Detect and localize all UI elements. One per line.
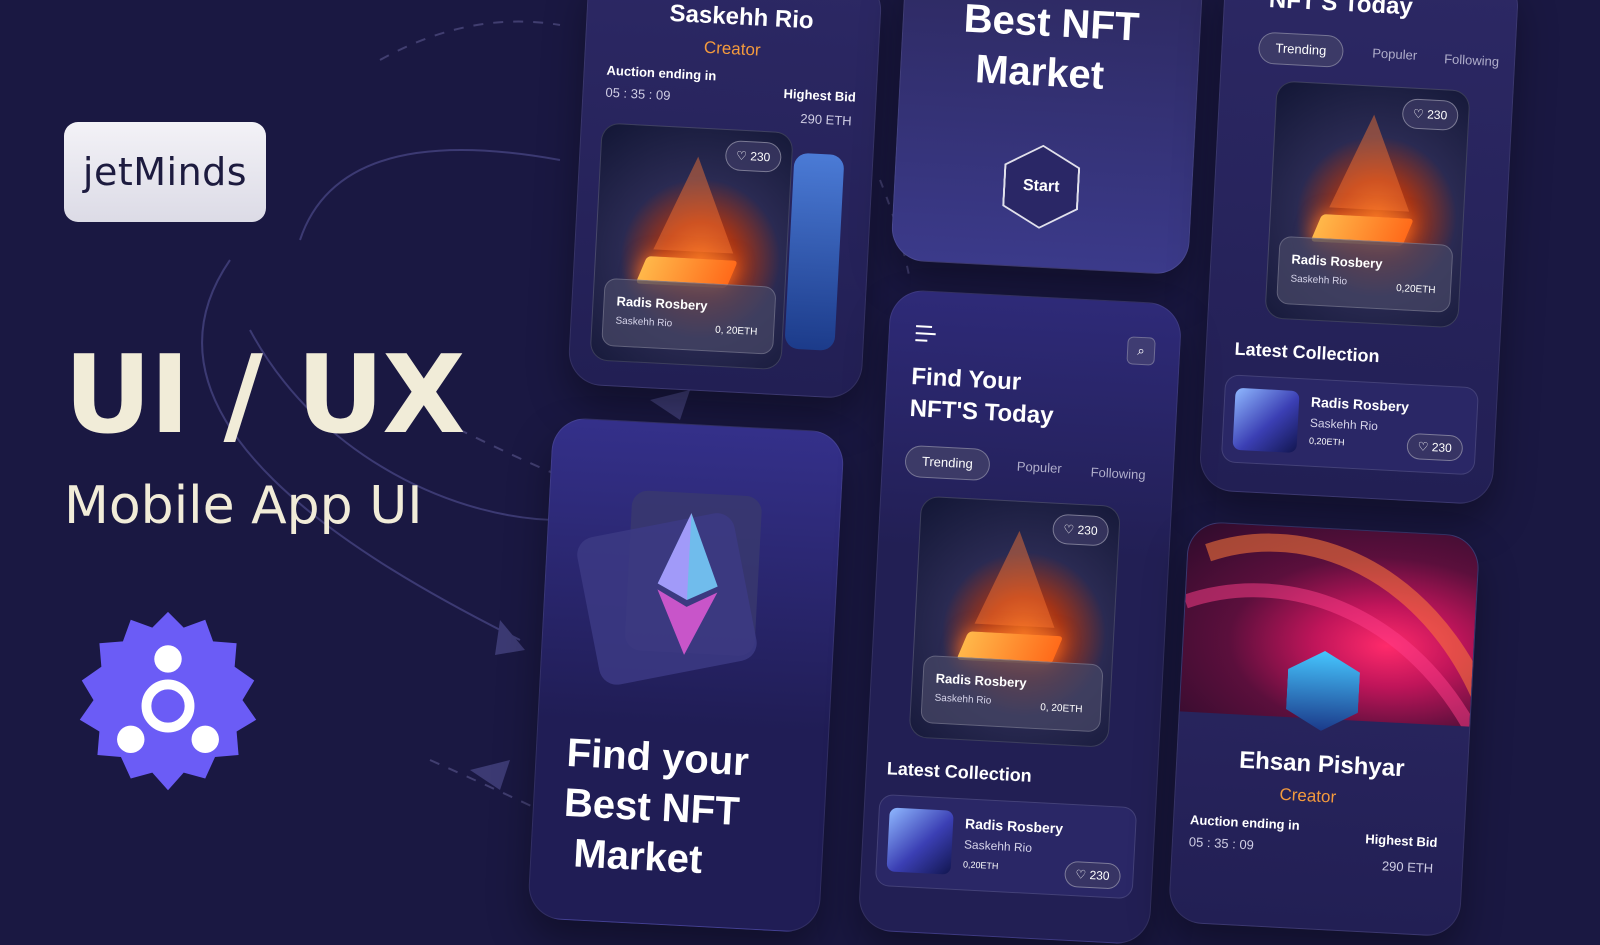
artwork-title: Radis Rosbery (1291, 251, 1383, 272)
profile-screen-top: Saskehh Rio Creator Auction ending in 05… (567, 0, 883, 400)
like-count: 230 (1089, 868, 1110, 884)
artwork-info-panel: Radis Rosbery Saskehh Rio 0, 20ETH (920, 655, 1104, 733)
nft-artwork-card[interactable]: ♡ 230 Radis Rosbery Saskehh Rio 0, 20ETH (589, 122, 794, 371)
tab-populer[interactable]: Populer (1372, 45, 1418, 62)
creator-role: Creator (1279, 784, 1337, 807)
like-button[interactable]: ♡ 230 (1401, 98, 1459, 132)
ethereum-artwork (562, 479, 817, 701)
highest-bid-value: 290 ETH (1381, 858, 1434, 876)
start-screen: Best NFT Market Start (890, 0, 1204, 276)
menu-icon[interactable] (915, 325, 936, 342)
artwork-price: 0, 20ETH (1039, 702, 1083, 716)
onboarding-title-line2: Best NFT (562, 780, 741, 834)
collection-creator: Saskehh Rio (963, 837, 1033, 855)
like-button[interactable]: ♡ 230 (1063, 860, 1122, 890)
screen-title-partial: NFT'S Today (1268, 0, 1414, 21)
artwork-info-panel: Radis Rosbery Saskehh Rio 0,20ETH (1276, 235, 1454, 313)
artwork-creator: Saskehh Rio (615, 315, 673, 330)
artwork-creator: Saskehh Rio (934, 692, 992, 707)
like-count: 230 (1431, 440, 1453, 456)
like-count: 230 (1077, 522, 1098, 538)
heart-icon: ♡ (1075, 867, 1087, 882)
artwork-title: Radis Rosbery (935, 670, 1027, 691)
start-button[interactable]: Start (1001, 143, 1081, 231)
stacked-card-preview (784, 152, 845, 351)
artwork-info-panel: Radis Rosbery Saskehh Rio 0, 20ETH (601, 277, 777, 355)
nft-artwork-card[interactable]: ♡ 230 Radis Rosbery Saskehh Rio 0, 20ETH (908, 495, 1121, 748)
creator-name: Ehsan Pishyar (1238, 746, 1406, 783)
auction-label: Auction ending in (1189, 812, 1301, 833)
collection-title: Radis Rosbery (964, 815, 1064, 837)
heart-icon: ♡ (735, 148, 748, 164)
heart-icon: ♡ (1412, 106, 1425, 122)
tab-trending[interactable]: Trending (1257, 31, 1345, 68)
collection-thumbnail (1232, 387, 1300, 454)
start-button-label: Start (1003, 145, 1079, 229)
latest-collection-heading: Latest Collection (1234, 338, 1381, 367)
like-count: 230 (749, 149, 771, 165)
hero-subtitle: Mobile App UI (64, 476, 423, 536)
auction-label: Auction ending in (606, 62, 717, 84)
nft-artwork-card[interactable]: ♡ 230 Radis Rosbery Saskehh Rio 0,20ETH (1264, 80, 1471, 329)
tab-following[interactable]: Following (1090, 465, 1146, 483)
start-title-line2: Market (974, 47, 1106, 98)
auction-timer: 05 : 35 : 09 (605, 84, 671, 104)
like-button[interactable]: ♡ 230 (1051, 513, 1110, 547)
latest-collection-heading: Latest Collection (886, 758, 1033, 786)
home-screen: ⌕ Find Your NFT'S Today Trending Populer… (857, 288, 1183, 945)
collection-creator: Saskehh Rio (1309, 415, 1379, 434)
search-icon[interactable]: ⌕ (1126, 336, 1156, 366)
artwork-creator: Saskehh Rio (1290, 273, 1348, 288)
home-title-line1: Find Your (910, 363, 1022, 396)
collection-price: 0,20ETH (962, 859, 999, 872)
home-title-line2: NFT'S Today (909, 394, 1055, 430)
brand-logo: jetMinds (64, 122, 266, 222)
collection-thumbnail (886, 807, 954, 875)
heart-icon: ♡ (1417, 439, 1429, 454)
highest-bid-label: Highest Bid (1364, 831, 1438, 851)
artwork-price: 0, 20ETH (714, 324, 758, 338)
like-button[interactable]: ♡ 230 (724, 139, 783, 173)
tab-following[interactable]: Following (1444, 51, 1500, 69)
start-title-line1: Best NFT (962, 0, 1141, 50)
tab-trending[interactable]: Trending (904, 444, 991, 482)
artwork-price: 0,20ETH (1395, 283, 1436, 297)
tab-populer[interactable]: Populer (1016, 459, 1062, 476)
artwork-title: Radis Rosbery (616, 293, 708, 314)
onboarding-title-line3: Market (572, 831, 704, 883)
onboarding-title-line1: Find your (565, 730, 750, 785)
highest-bid-label: Highest Bid (783, 85, 857, 105)
like-button[interactable]: ♡ 230 (1406, 432, 1464, 462)
like-count: 230 (1426, 107, 1448, 123)
creator-role: Creator (703, 37, 762, 60)
trending-screen-top: NFT'S Today Trending Populer Following ♡… (1198, 0, 1520, 506)
collection-title: Radis Rosbery (1310, 393, 1410, 415)
hero-title: UI / UX (64, 333, 465, 458)
jetminds-gear-logo-icon (79, 611, 257, 791)
highest-bid-value: 290 ETH (799, 110, 853, 129)
creator-name: Saskehh Rio (668, 0, 815, 35)
auction-timer: 05 : 35 : 09 (1188, 834, 1255, 853)
collection-row[interactable]: Radis Rosbery Saskehh Rio 0,20ETH ♡ 230 (1220, 374, 1480, 476)
profile-screen-bottom: Ehsan Pishyar Creator Auction ending in … (1167, 520, 1481, 938)
onboarding-screen: Find your Best NFT Market (527, 416, 845, 934)
heart-icon: ♡ (1063, 522, 1075, 537)
collection-row[interactable]: Radis Rosbery Saskehh Rio 0,20ETH ♡ 230 (874, 793, 1138, 900)
collection-price: 0,20ETH (1308, 435, 1345, 448)
